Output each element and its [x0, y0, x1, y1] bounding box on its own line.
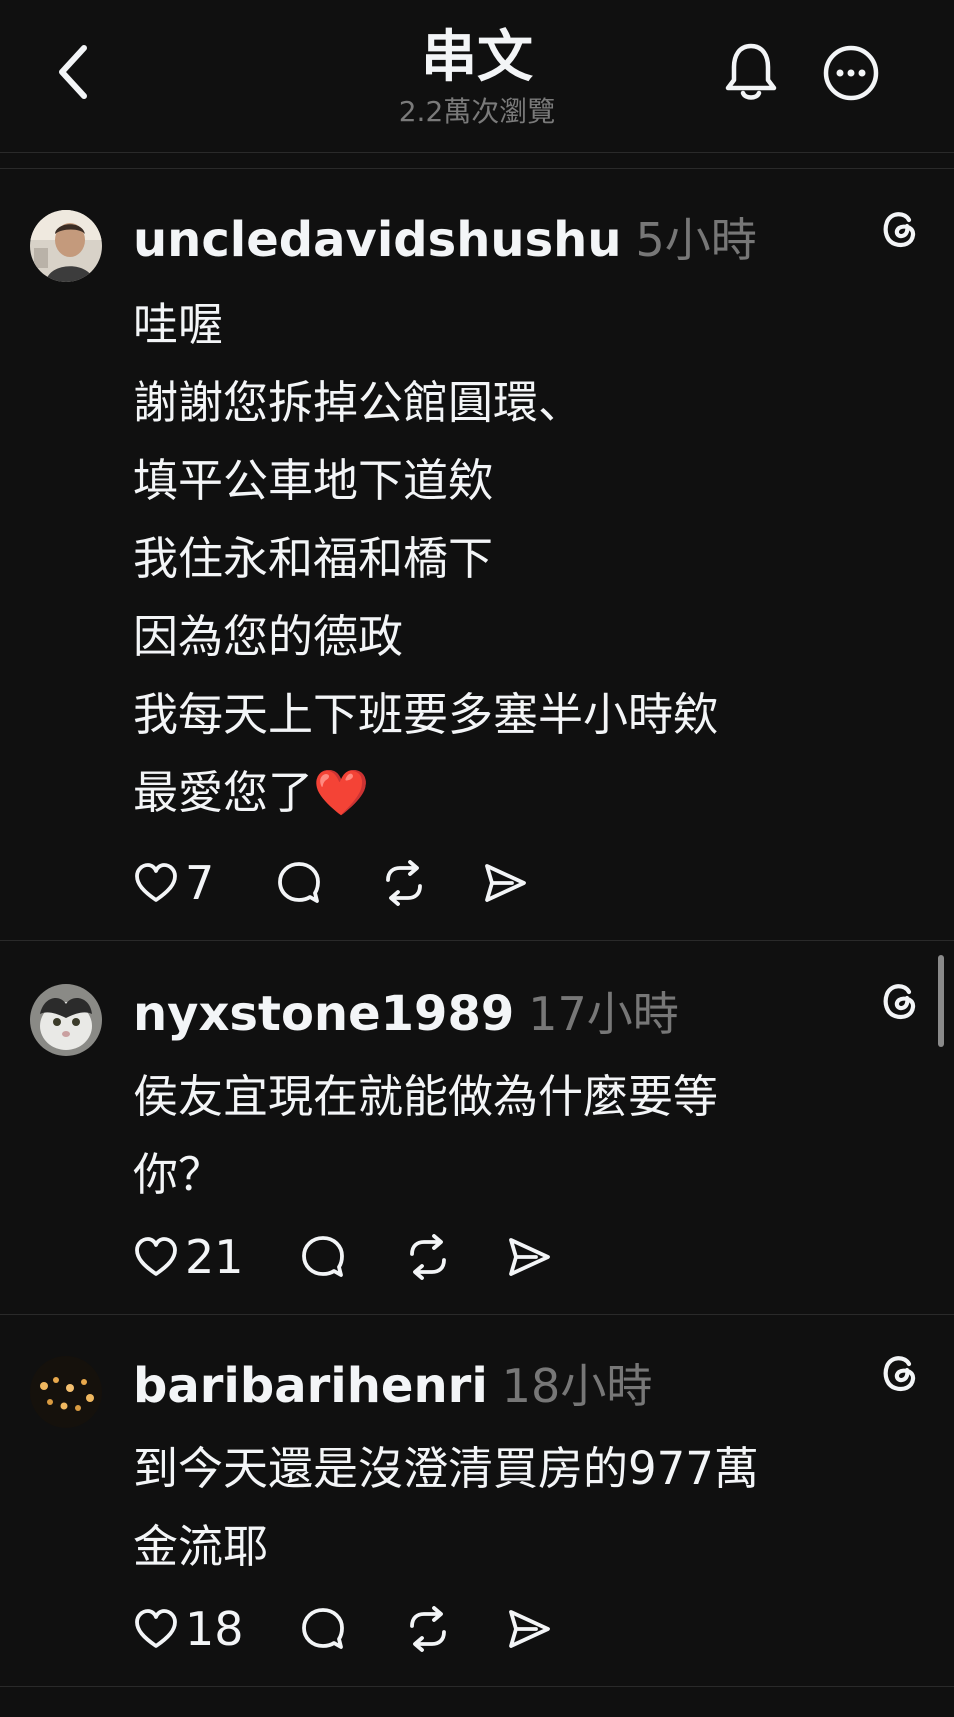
avatar[interactable]	[30, 984, 102, 1056]
share-button[interactable]	[506, 1232, 552, 1282]
threads-logo-button[interactable]	[878, 978, 922, 1022]
repost-icon	[409, 1606, 446, 1652]
send-icon	[508, 1610, 550, 1648]
more-icon	[823, 45, 879, 101]
avatar[interactable]	[30, 210, 102, 282]
timestamp: 5小時	[635, 213, 757, 267]
action-bar: 21	[133, 1232, 552, 1282]
like-button[interactable]: 7	[133, 858, 214, 908]
like-button[interactable]: 21	[133, 1232, 244, 1282]
reply-button[interactable]	[300, 1232, 346, 1282]
avatar-image	[30, 984, 102, 1056]
action-bar: 7	[133, 858, 528, 908]
post-text: 侯友宜現在就能做為什麼要等 你？	[133, 1070, 719, 1201]
repost-icon	[409, 1234, 446, 1280]
like-count: 18	[185, 1602, 244, 1656]
repost-button[interactable]	[404, 1232, 452, 1282]
reply-button[interactable]	[276, 858, 322, 908]
action-bar: 18	[133, 1604, 552, 1654]
repost-button[interactable]	[404, 1604, 452, 1654]
bell-icon	[725, 43, 777, 100]
avatar-image	[30, 210, 102, 282]
timestamp: 18小時	[501, 1359, 653, 1413]
like-count: 21	[185, 1230, 244, 1284]
threads-icon	[883, 1356, 916, 1392]
heart-icon	[135, 1237, 177, 1276]
avatar[interactable]	[30, 1356, 102, 1428]
reply-button[interactable]	[300, 1604, 346, 1654]
divider	[0, 1314, 954, 1315]
send-icon	[485, 864, 527, 902]
divider	[0, 168, 954, 169]
username-link[interactable]: nyxstone1989	[133, 986, 514, 1042]
page-title: 串文	[421, 25, 533, 90]
avatar-image	[30, 1356, 102, 1428]
threads-icon	[883, 212, 916, 248]
username-row: baribarihenri 18小時	[133, 1356, 652, 1416]
username-link[interactable]: uncledavidshushu	[133, 212, 621, 268]
scrollbar[interactable]	[938, 955, 944, 1047]
threads-logo-button[interactable]	[878, 1350, 922, 1394]
share-button[interactable]	[482, 858, 528, 908]
notifications-button[interactable]	[722, 40, 780, 104]
repost-button[interactable]	[380, 858, 428, 908]
comment-icon	[301, 1608, 344, 1649]
heart-icon	[135, 863, 177, 902]
divider	[0, 1686, 954, 1687]
username-link[interactable]: baribarihenri	[133, 1358, 488, 1414]
send-icon	[508, 1238, 550, 1276]
threads-icon	[883, 984, 916, 1020]
username-row: uncledavidshushu 5小時	[133, 210, 757, 270]
top-bar: 串文 2.2萬次瀏覽	[0, 0, 954, 153]
post-text: 哇喔 謝謝您拆掉公館圓環、 填平公車地下道欸 我住永和福和橋下 因為您的德政 我…	[133, 298, 719, 819]
comment-icon	[301, 1236, 344, 1277]
heart-icon	[135, 1609, 177, 1648]
like-button[interactable]: 18	[133, 1604, 244, 1654]
like-count: 7	[185, 856, 215, 910]
more-options-button[interactable]	[822, 44, 880, 102]
timestamp: 17小時	[528, 987, 679, 1041]
view-count: 2.2萬次瀏覽	[398, 95, 556, 128]
threads-logo-button[interactable]	[878, 206, 922, 250]
comment-icon	[278, 862, 321, 903]
share-button[interactable]	[506, 1604, 552, 1654]
post-text: 到今天還是沒澄清買房的977萬 金流耶	[133, 1442, 759, 1573]
username-row: nyxstone1989 17小時	[133, 984, 679, 1044]
repost-icon	[386, 860, 423, 906]
divider	[0, 940, 954, 941]
